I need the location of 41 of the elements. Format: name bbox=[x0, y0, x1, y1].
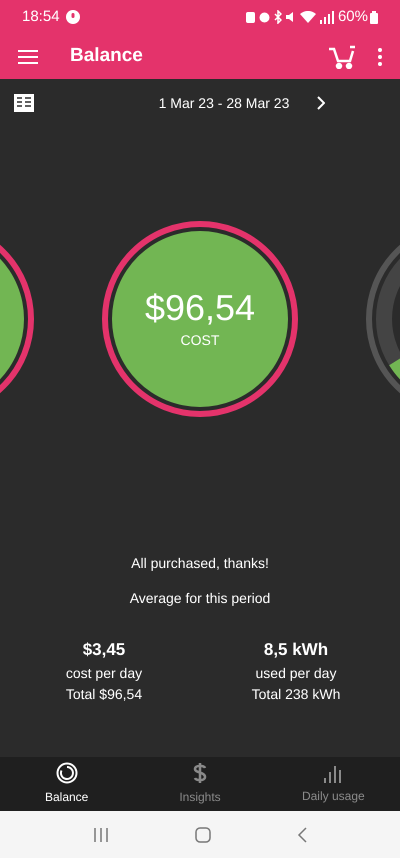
home-icon bbox=[195, 826, 211, 842]
dial-caption: COST bbox=[180, 330, 220, 350]
info-text: Average for this period bbox=[130, 589, 270, 608]
battery-percent: 60% bbox=[338, 6, 368, 27]
signal-icon bbox=[320, 10, 334, 24]
ring-icon bbox=[56, 762, 78, 784]
stat-unit: used per day bbox=[256, 664, 336, 683]
stat-total: Total 238 kWh bbox=[252, 684, 340, 704]
receipt-icon[interactable] bbox=[14, 94, 34, 112]
nav-tab[interactable]: Balance bbox=[0, 757, 134, 811]
bluetooth-icon bbox=[274, 10, 282, 24]
date-range: 1 Mar 23 - 28 Mar 23 bbox=[158, 94, 290, 112]
stat-unit: cost per day bbox=[66, 664, 142, 683]
dial-value: $96,54 bbox=[144, 288, 256, 328]
stat-value: $3,45 bbox=[82, 639, 126, 661]
mute-icon bbox=[286, 11, 296, 23]
next-button[interactable] bbox=[317, 96, 326, 110]
back-icon bbox=[297, 826, 307, 842]
stat-total: Total $96,54 bbox=[66, 684, 142, 704]
wifi-icon bbox=[300, 11, 316, 23]
battery-icon bbox=[370, 10, 378, 24]
menu-icon bbox=[18, 48, 38, 64]
back-button[interactable] bbox=[297, 826, 307, 842]
cart-button[interactable] bbox=[328, 44, 356, 68]
recents-button[interactable] bbox=[93, 826, 109, 842]
home-button[interactable] bbox=[195, 826, 211, 842]
stat-value: 8,5 kWh bbox=[264, 639, 328, 661]
page-title: Balance bbox=[70, 44, 143, 68]
cart-icon bbox=[328, 44, 356, 68]
chevron-right-icon bbox=[317, 96, 326, 110]
more-button[interactable] bbox=[378, 48, 382, 66]
bar-chart-icon bbox=[323, 763, 344, 783]
status-time: 18:54 bbox=[22, 6, 60, 27]
microphone-icon bbox=[66, 10, 80, 24]
menu-button[interactable] bbox=[18, 48, 38, 64]
nav-tab[interactable]: Insights bbox=[133, 757, 267, 811]
info-text: All purchased, thanks! bbox=[131, 554, 269, 573]
more-icon bbox=[378, 48, 382, 66]
nav-tab[interactable]: Daily usage bbox=[266, 757, 400, 811]
dollar-icon bbox=[192, 762, 207, 784]
recents-icon bbox=[93, 826, 109, 842]
